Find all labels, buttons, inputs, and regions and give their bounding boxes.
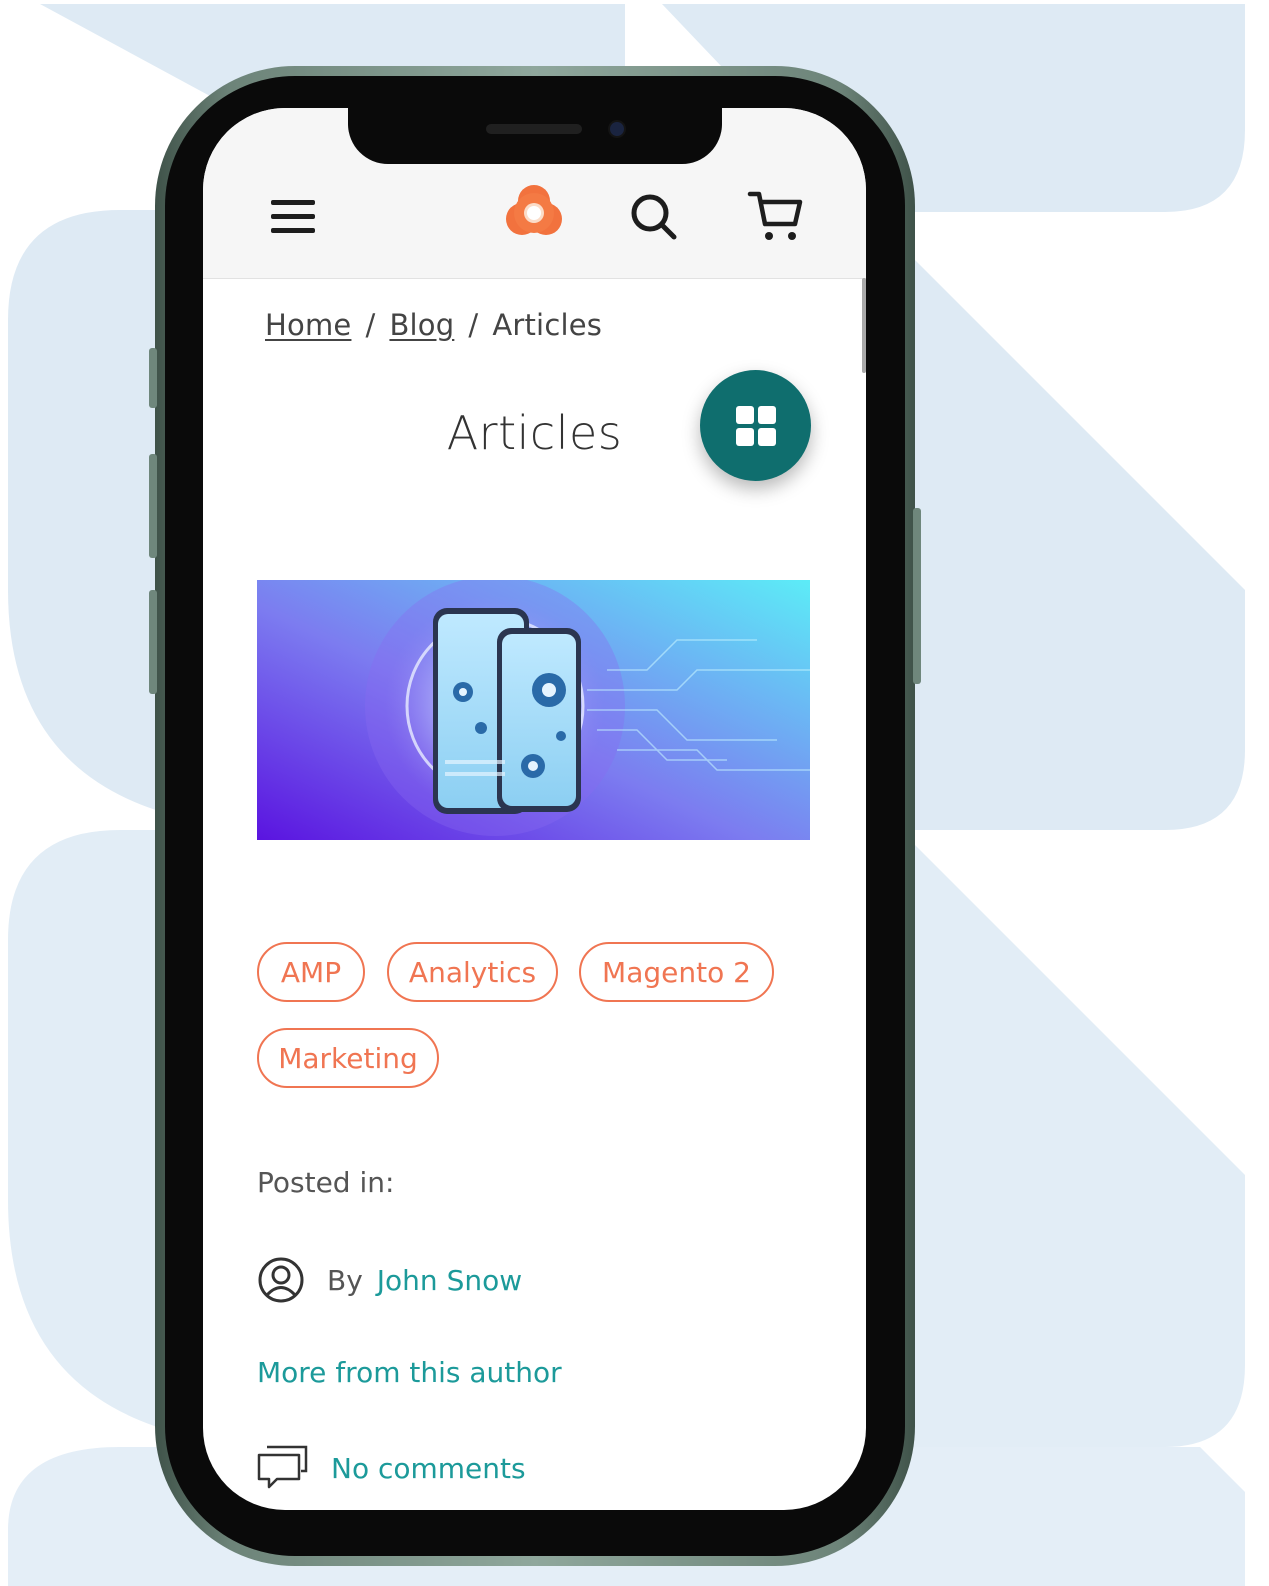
posted-in-label: Posted in:	[257, 1166, 395, 1199]
comments-icon	[257, 1445, 308, 1489]
more-from-author-link[interactable]: More from this author	[257, 1356, 562, 1389]
phone-camera	[608, 120, 626, 138]
article-banner-image[interactable]	[257, 580, 810, 840]
author-link[interactable]: John Snow	[377, 1264, 522, 1297]
breadcrumb-current: Articles	[492, 308, 603, 342]
phone-mute-switch	[149, 348, 157, 408]
phone-power-button	[913, 508, 921, 684]
search-icon[interactable]	[627, 190, 681, 244]
breadcrumb-home[interactable]: Home	[265, 308, 351, 342]
comments-row: No comments	[257, 1444, 526, 1492]
breadcrumb-blog[interactable]: Blog	[389, 308, 454, 342]
page-scrollbar[interactable]	[862, 278, 866, 373]
phone-speaker	[486, 124, 582, 134]
breadcrumb-separator: /	[365, 308, 376, 342]
phone-screen: Home / Blog / Articles Articles AMP Anal…	[203, 108, 866, 1510]
comments-link[interactable]: No comments	[331, 1452, 526, 1485]
shopping-cart-icon[interactable]	[747, 188, 805, 246]
breadcrumb-separator: /	[468, 308, 479, 342]
tag-amp[interactable]: AMP	[257, 942, 365, 1002]
author-row: By John Snow	[257, 1256, 522, 1304]
user-icon	[258, 1257, 304, 1303]
flower-logo-icon[interactable]	[503, 182, 565, 244]
tag-magento-2[interactable]: Magento 2	[579, 942, 774, 1002]
by-label: By	[327, 1263, 363, 1297]
phone-volume-up	[149, 454, 157, 558]
tag-analytics[interactable]: Analytics	[387, 942, 558, 1002]
tag-marketing[interactable]: Marketing	[257, 1028, 439, 1088]
phone-volume-down	[149, 590, 157, 694]
grid-view-icon	[735, 405, 776, 446]
hamburger-menu-icon[interactable]	[265, 192, 321, 242]
grid-view-toggle-button[interactable]	[700, 370, 811, 481]
breadcrumb: Home / Blog / Articles	[265, 308, 602, 342]
